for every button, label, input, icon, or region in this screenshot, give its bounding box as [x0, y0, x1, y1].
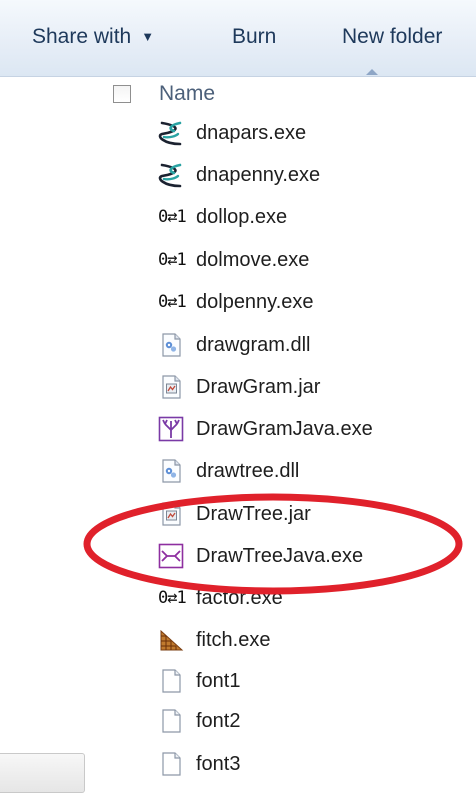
file-name: font1	[196, 670, 241, 692]
file-name: dolmove.exe	[196, 249, 310, 271]
file-name: dolpenny.exe	[196, 291, 314, 313]
file-row[interactable]: 0⇄1 dollop.exe	[158, 202, 458, 232]
binary-console-icon: 0⇄1	[158, 250, 187, 270]
blank-file-icon	[158, 668, 184, 694]
file-name: DrawGramJava.exe	[196, 418, 373, 440]
jar-file-icon	[158, 501, 184, 527]
file-row[interactable]: dnapenny.exe	[158, 160, 458, 190]
file-row[interactable]: font2	[158, 706, 458, 736]
file-name: dnapenny.exe	[196, 164, 321, 186]
file-row[interactable]: DrawGram.jar	[158, 372, 458, 402]
blank-file-icon	[158, 708, 184, 734]
file-list: dnapars.exe dnapenny.exe 0⇄1 dollop.exe 0⇄1 d…	[0, 0, 476, 778]
file-name: dollop.exe	[196, 206, 288, 228]
file-row[interactable]: dnapars.exe	[158, 118, 458, 148]
jar-file-icon	[158, 374, 184, 400]
dna-helix-icon	[158, 162, 184, 188]
file-name: DrawTree.jar	[196, 503, 311, 525]
file-row[interactable]: DrawGramJava.exe	[158, 414, 458, 444]
drawtree-unrooted-icon	[158, 543, 184, 569]
file-row[interactable]: font3	[158, 749, 458, 779]
drawgram-tree-icon	[158, 416, 184, 442]
file-name: DrawGram.jar	[196, 376, 321, 398]
file-name: factor.exe	[196, 587, 283, 609]
file-row[interactable]: DrawTreeJava.exe	[158, 541, 458, 571]
blank-file-icon	[158, 751, 184, 777]
fitch-triangle-icon	[158, 627, 184, 653]
file-name: drawgram.dll	[196, 334, 311, 356]
file-row[interactable]: 0⇄1 dolmove.exe	[158, 245, 458, 275]
file-row[interactable]: drawtree.dll	[158, 456, 458, 486]
dll-file-icon	[158, 458, 184, 484]
file-row[interactable]: font1	[158, 666, 458, 696]
file-name: DrawTreeJava.exe	[196, 545, 364, 567]
file-row[interactable]: drawgram.dll	[158, 330, 458, 360]
file-name: fitch.exe	[196, 629, 271, 651]
file-name: font3	[196, 753, 241, 775]
binary-console-icon: 0⇄1	[158, 207, 187, 227]
file-row[interactable]: DrawTree.jar	[158, 499, 458, 529]
file-name: drawtree.dll	[196, 460, 300, 482]
file-name: dnapars.exe	[196, 122, 307, 144]
binary-console-icon: 0⇄1	[158, 588, 187, 608]
file-row[interactable]: fitch.exe	[158, 625, 458, 655]
dna-helix-icon	[158, 120, 184, 146]
file-name: font2	[196, 710, 241, 732]
binary-console-icon: 0⇄1	[158, 292, 187, 312]
file-row[interactable]: 0⇄1 factor.exe	[158, 583, 458, 613]
dll-file-icon	[158, 332, 184, 358]
file-row[interactable]: 0⇄1 dolpenny.exe	[158, 287, 458, 317]
